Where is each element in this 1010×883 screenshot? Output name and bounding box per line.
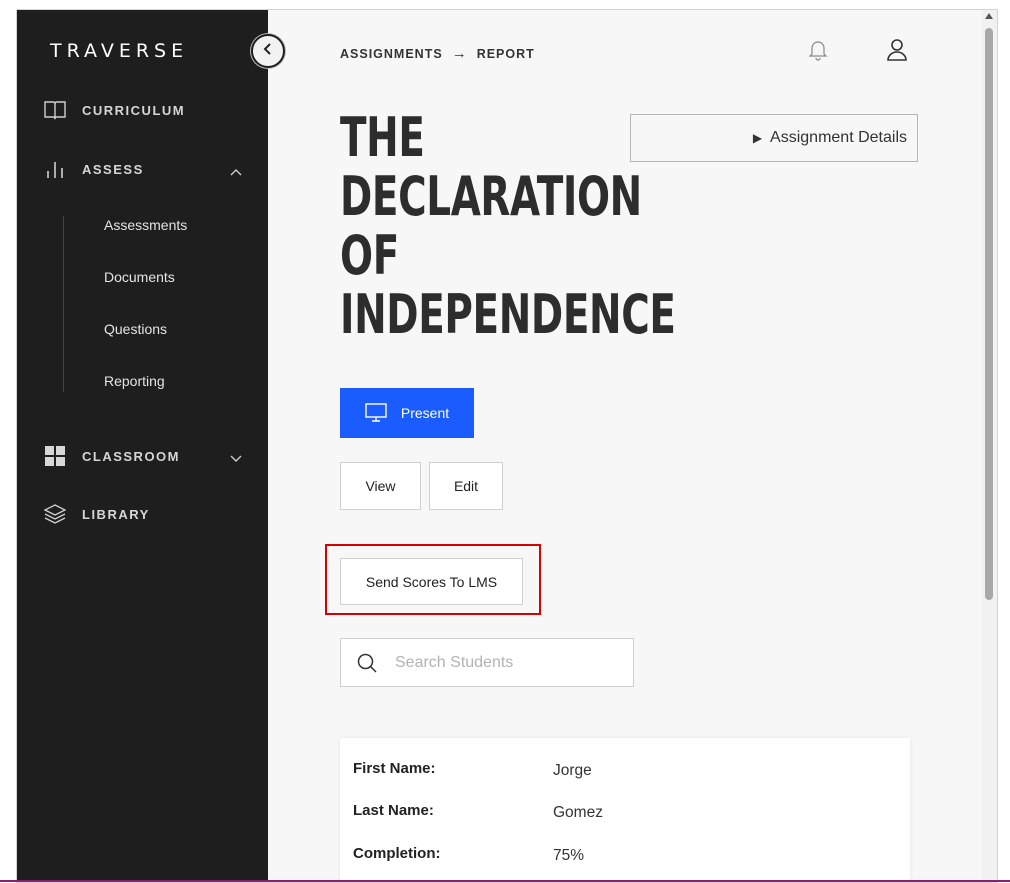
main-content: ASSIGNMENTS → REPORT THE DECLARATION OF …: [268, 10, 982, 882]
title-line: THE: [340, 106, 425, 169]
field-label: Last Name:: [353, 802, 434, 819]
search-icon: [357, 653, 377, 673]
assignment-details-toggle[interactable]: ▶ Assignment Details: [630, 114, 918, 162]
sidebar-item-label: ASSESS: [82, 161, 144, 177]
bar-chart-icon: [44, 158, 66, 180]
present-label: Present: [400, 405, 450, 421]
search-input[interactable]: [393, 652, 617, 673]
sidebar-subitem-assessments[interactable]: Assessments: [104, 217, 187, 233]
sidebar-item-label: CLASSROOM: [82, 448, 180, 464]
vertical-scrollbar[interactable]: [982, 10, 997, 882]
sidebar-item-classroom[interactable]: CLASSROOM: [44, 445, 258, 467]
chevron-up-icon[interactable]: [230, 163, 242, 181]
collapse-sidebar-button[interactable]: [251, 34, 285, 68]
monitor-icon: [365, 403, 387, 422]
send-scores-to-lms-button[interactable]: Send Scores To LMS: [340, 558, 523, 605]
chevron-left-icon: [263, 42, 273, 60]
triangle-right-icon: ▶: [752, 131, 763, 145]
view-button[interactable]: View: [340, 462, 421, 510]
sidebar-item-assess[interactable]: ASSESS: [44, 158, 258, 180]
title-line: INDEPENDENCE: [340, 283, 676, 346]
field-label: Completion:: [353, 845, 441, 862]
app-window: TRAVERSE CURRICULUM ASSESS Assessments D…: [16, 9, 998, 883]
field-label: First Name:: [353, 760, 436, 777]
sidebar-item-label: CURRICULUM: [82, 102, 186, 118]
sidebar-item-curriculum[interactable]: CURRICULUM: [44, 99, 185, 121]
page-title: THE DECLARATION OF INDEPENDENCE: [340, 106, 676, 346]
student-search[interactable]: [340, 638, 634, 687]
scroll-thumb[interactable]: [985, 28, 993, 600]
grid-icon: [44, 445, 66, 467]
chevron-down-icon[interactable]: [230, 450, 242, 468]
field-value: Gomez: [553, 804, 603, 821]
logo[interactable]: TRAVERSE: [50, 40, 188, 62]
sidebar-item-library[interactable]: LIBRARY: [44, 503, 150, 525]
layers-icon: [44, 503, 66, 525]
scroll-up-arrow-icon[interactable]: [985, 13, 993, 19]
arrow-right-icon: →: [451, 45, 468, 62]
field-value: 75%: [553, 847, 585, 864]
student-card: First Name: Jorge Last Name: Gomez Compl…: [340, 738, 910, 882]
submenu-divider: [63, 216, 64, 392]
sidebar-subitem-questions[interactable]: Questions: [104, 321, 167, 337]
edit-button[interactable]: Edit: [429, 462, 503, 510]
title-line: DECLARATION: [340, 165, 642, 228]
assignment-details-label: Assignment Details: [770, 129, 907, 146]
present-button[interactable]: Present: [340, 388, 474, 438]
sidebar-subitem-documents[interactable]: Documents: [104, 269, 175, 285]
sidebar: TRAVERSE CURRICULUM ASSESS Assessments D…: [17, 10, 268, 882]
user-icon[interactable]: [886, 38, 908, 67]
field-value: Jorge: [553, 762, 592, 779]
sidebar-subitem-reporting[interactable]: Reporting: [104, 373, 165, 389]
breadcrumb: ASSIGNMENTS → REPORT: [340, 45, 535, 62]
title-line: OF: [340, 224, 399, 287]
breadcrumb-report: REPORT: [476, 46, 535, 61]
breadcrumb-assignments[interactable]: ASSIGNMENTS: [340, 47, 443, 61]
book-icon: [44, 99, 66, 121]
sidebar-item-label: LIBRARY: [82, 506, 150, 522]
bell-icon[interactable]: [808, 39, 828, 66]
